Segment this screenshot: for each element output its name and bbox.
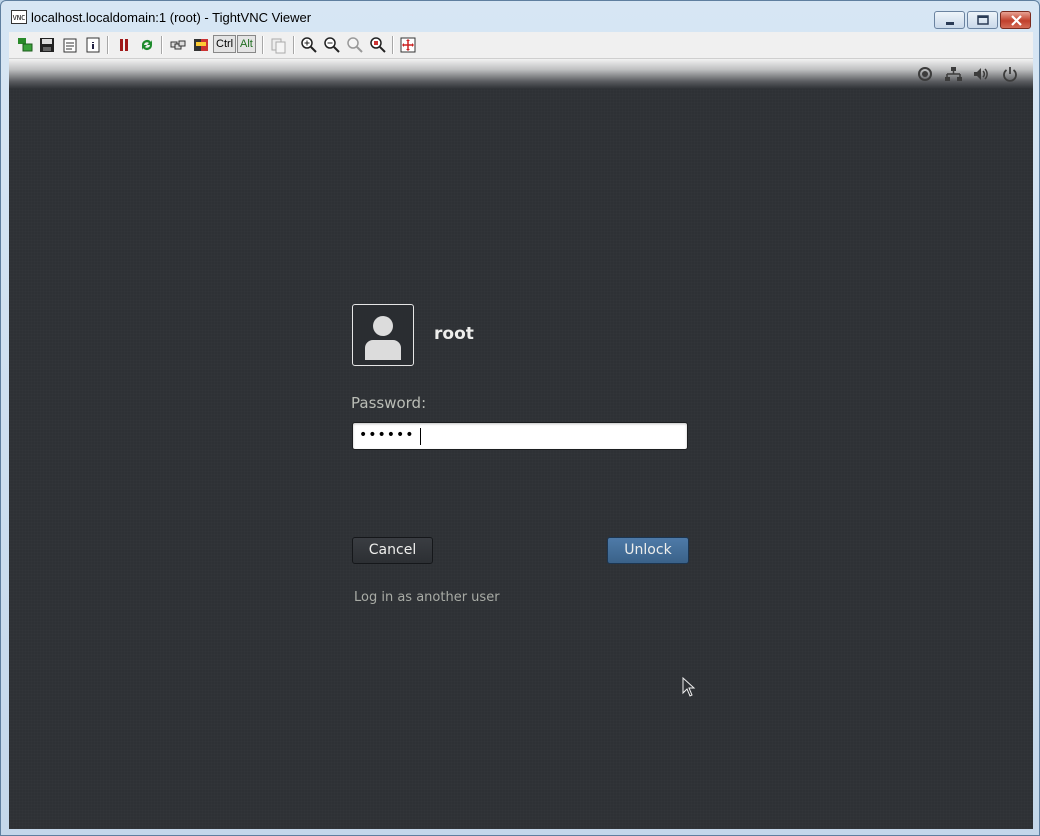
remote-screen[interactable]: root Password: •••••• Cancel Unlock Log … bbox=[9, 59, 1033, 829]
fullscreen-button[interactable] bbox=[397, 34, 419, 56]
zoom-fit-icon bbox=[370, 37, 386, 53]
window-title: localhost.localdomain:1 (root) - TightVN… bbox=[31, 10, 312, 25]
fullscreen-icon bbox=[400, 37, 416, 53]
options-button[interactable] bbox=[59, 34, 81, 56]
password-value: •••••• bbox=[359, 427, 415, 443]
pause-icon bbox=[120, 39, 128, 51]
title-bar[interactable]: VNC localhost.localdomain:1 (root) - Tig… bbox=[1, 1, 1039, 31]
user-icon bbox=[365, 316, 401, 360]
accessibility-icon[interactable] bbox=[916, 65, 934, 83]
gnome-top-bar bbox=[9, 59, 1033, 89]
toolbar: Ctrl Alt bbox=[9, 32, 1033, 59]
close-button[interactable] bbox=[1000, 11, 1031, 29]
text-caret bbox=[420, 428, 421, 445]
password-field[interactable]: •••••• bbox=[352, 422, 688, 450]
password-label: Password: bbox=[351, 394, 427, 412]
transfer-files-icon bbox=[194, 39, 208, 51]
zoom-in-icon bbox=[301, 37, 317, 53]
refresh-icon bbox=[142, 40, 152, 50]
pause-button[interactable] bbox=[113, 34, 135, 56]
clipboard-button[interactable] bbox=[267, 34, 289, 56]
vnc-app-icon: VNC bbox=[11, 10, 27, 24]
new-connection-button[interactable] bbox=[14, 34, 36, 56]
zoom-in-button[interactable] bbox=[298, 34, 320, 56]
power-icon[interactable] bbox=[1001, 65, 1019, 83]
vnc-viewer-window: VNC localhost.localdomain:1 (root) - Tig… bbox=[0, 0, 1040, 836]
cancel-button[interactable]: Cancel bbox=[352, 537, 433, 564]
zoom-fit-button[interactable] bbox=[367, 34, 389, 56]
unlock-button[interactable]: Unlock bbox=[607, 537, 689, 564]
zoom-out-button[interactable] bbox=[321, 34, 343, 56]
zoom-100-button[interactable] bbox=[344, 34, 366, 56]
network-icon[interactable] bbox=[944, 65, 962, 83]
info-button[interactable] bbox=[82, 34, 104, 56]
minimize-button[interactable] bbox=[934, 11, 965, 29]
transfer-files-button[interactable] bbox=[190, 34, 212, 56]
clipboard-icon bbox=[271, 38, 286, 54]
log-in-as-another-user-link[interactable]: Log in as another user bbox=[354, 590, 500, 605]
close-icon bbox=[1011, 15, 1022, 26]
send-ctrl-alt-del-icon bbox=[170, 40, 186, 50]
save-button[interactable] bbox=[36, 34, 58, 56]
refresh-button[interactable] bbox=[136, 34, 158, 56]
info-icon bbox=[86, 37, 100, 53]
alt-key-button[interactable]: Alt bbox=[237, 35, 256, 53]
maximize-button[interactable] bbox=[967, 11, 998, 29]
restore-icon bbox=[977, 15, 989, 25]
minimize-icon bbox=[946, 22, 954, 25]
zoom-100-icon bbox=[347, 37, 363, 53]
ctrl-key-button[interactable]: Ctrl bbox=[213, 35, 237, 53]
volume-icon[interactable] bbox=[972, 65, 990, 83]
save-icon bbox=[40, 38, 54, 52]
mouse-cursor-icon bbox=[682, 677, 696, 697]
user-avatar bbox=[352, 304, 414, 366]
new-connection-icon bbox=[18, 38, 33, 52]
username-label: root bbox=[434, 324, 474, 344]
options-icon bbox=[63, 38, 77, 53]
zoom-out-icon bbox=[324, 37, 340, 53]
send-ctrl-alt-del-button[interactable] bbox=[167, 34, 189, 56]
